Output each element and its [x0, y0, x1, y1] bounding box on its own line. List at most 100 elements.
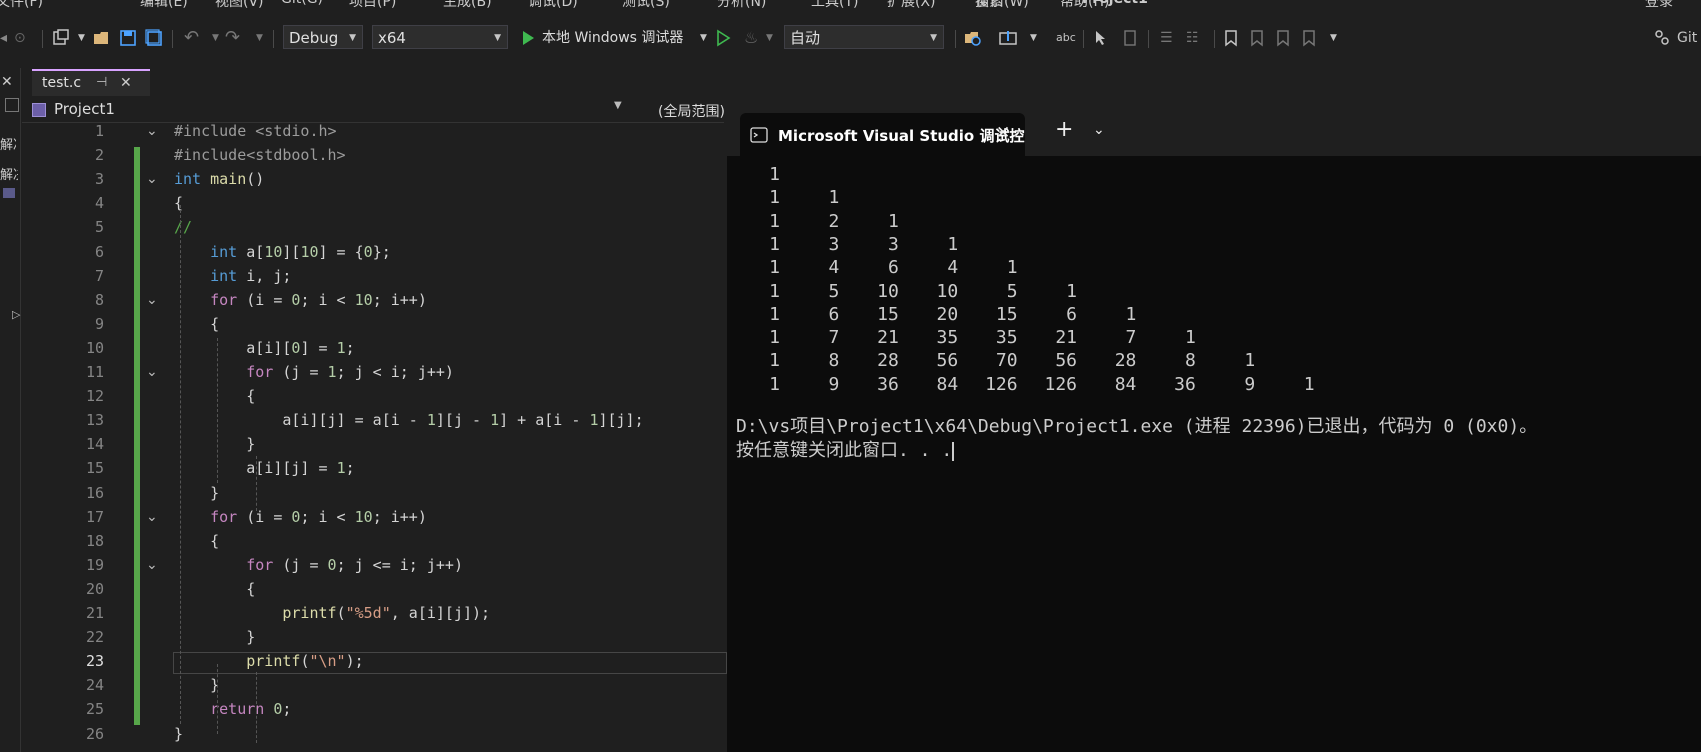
menu-item-3[interactable]: Git(G): [281, 0, 323, 7]
git-changes-button[interactable]: Git: [1677, 27, 1697, 49]
toolbar-overflow-icon[interactable]: ▼: [1330, 27, 1337, 49]
start-debug-icon[interactable]: [519, 29, 537, 47]
menu-item-6[interactable]: 调试(D): [528, 0, 578, 11]
bookmark-icon[interactable]: [1222, 29, 1240, 47]
format-icon[interactable]: [1121, 29, 1139, 47]
redo-dropdown-icon[interactable]: ▼: [256, 27, 263, 49]
new-tab-icon[interactable]: +: [1055, 117, 1073, 142]
code-line[interactable]: a[i][j] = a[i - 1][j - 1] + a[i - 1][j];: [174, 411, 643, 429]
code-line[interactable]: #include<stdbool.h>: [174, 146, 346, 164]
tab-close-icon[interactable]: ✕: [120, 71, 132, 95]
hot-reload-icon[interactable]: ♨: [744, 27, 758, 49]
code-line[interactable]: {: [174, 387, 255, 405]
next-bookmark-icon[interactable]: [1274, 29, 1292, 47]
prev-bookmark-icon[interactable]: [1248, 29, 1266, 47]
solution-explorer-tab[interactable]: 解决: [0, 134, 16, 153]
find-in-files-icon[interactable]: [964, 29, 982, 47]
fold-toggle-icon[interactable]: ⌄: [146, 557, 158, 573]
project-dropdown[interactable]: Project1: [54, 100, 115, 118]
platform-dropdown[interactable]: x64 ▼: [372, 25, 508, 49]
fold-toggle-icon[interactable]: ⌄: [146, 171, 158, 187]
code-line[interactable]: printf("%5d", a[i][j]);: [174, 604, 490, 622]
output-value: 3: [887, 233, 899, 255]
uncomment-icon[interactable]: ☷: [1186, 27, 1199, 49]
search-button[interactable]: 搜索: [975, 0, 1003, 11]
output-value: 7: [1125, 327, 1137, 349]
code-line[interactable]: }: [174, 435, 255, 453]
pin-icon[interactable]: ⊣: [96, 71, 107, 95]
menu-item-9[interactable]: 工具(T): [811, 0, 858, 11]
login-button[interactable]: 登录: [1645, 0, 1673, 11]
menu-item-10[interactable]: 扩展(X): [887, 0, 936, 11]
new-project-icon[interactable]: [52, 29, 70, 47]
start-debug-button[interactable]: 本地 Windows 调试器: [542, 27, 683, 49]
menu-item-0[interactable]: 文件(F): [0, 0, 43, 11]
expand-arrow-icon[interactable]: ▷: [12, 308, 20, 321]
save-all-icon[interactable]: [145, 29, 163, 47]
publish-icon[interactable]: [999, 29, 1017, 47]
configuration-value: Debug: [289, 29, 339, 47]
code-line[interactable]: {: [174, 194, 183, 212]
code-line[interactable]: }: [174, 725, 183, 743]
configuration-dropdown[interactable]: Debug ▼: [283, 25, 363, 49]
fold-toggle-icon[interactable]: ⌄: [146, 123, 158, 139]
scope-dropdown[interactable]: (全局范围): [658, 101, 725, 121]
output-value: 15: [995, 303, 1018, 325]
fold-toggle-icon[interactable]: ⌄: [146, 364, 158, 380]
code-line[interactable]: for (j = 0; j <= i; j++): [174, 556, 463, 574]
back-icon[interactable]: ◂: [0, 27, 7, 49]
git-icon[interactable]: [1653, 29, 1671, 47]
terminal-icon: [750, 127, 768, 143]
code-line[interactable]: #include <stdio.h>: [174, 122, 337, 140]
code-line[interactable]: int i, j;: [174, 267, 291, 285]
undo-icon[interactable]: ↶: [184, 27, 199, 49]
fold-toggle-icon[interactable]: ⌄: [146, 509, 158, 525]
publish-dropdown-icon[interactable]: ▼: [1030, 27, 1037, 49]
comment-icon[interactable]: ☰: [1160, 27, 1173, 49]
code-line[interactable]: {: [174, 580, 255, 598]
output-value: 21: [1055, 327, 1077, 349]
console-tab[interactable]: Microsoft Visual Studio 调试控 ✕: [740, 113, 1025, 156]
code-line[interactable]: printf("\n");: [174, 652, 363, 670]
clear-bookmarks-icon[interactable]: [1300, 29, 1318, 47]
menu-item-1[interactable]: 编辑(E): [140, 0, 188, 11]
code-line[interactable]: int main(): [174, 170, 264, 188]
auto-dropdown[interactable]: 自动 ▼: [784, 25, 944, 49]
tab-dropdown-icon[interactable]: ⌄: [1093, 122, 1105, 138]
code-line[interactable]: for (j = 1; j < i; j++): [174, 363, 454, 381]
project-dropdown-caret-icon[interactable]: ▼: [614, 100, 622, 111]
menu-item-7[interactable]: 测试(S): [622, 0, 670, 11]
undo-dropdown-icon[interactable]: ▼: [212, 27, 219, 49]
code-editor[interactable]: #include <stdio.h> #include<stdbool.h> int…: [22, 122, 727, 752]
menu-item-4[interactable]: 项目(P): [349, 0, 396, 11]
pointer-icon[interactable]: [1093, 29, 1111, 47]
solution-explorer-label[interactable]: 解决: [0, 164, 18, 183]
fold-toggle-icon[interactable]: ⌄: [146, 292, 158, 308]
code-line[interactable]: a[i][j] = 1;: [174, 459, 354, 477]
menu-item-8[interactable]: 分析(N): [717, 0, 766, 11]
new-dropdown-icon[interactable]: ▼: [78, 27, 85, 49]
code-line[interactable]: return 0;: [174, 700, 291, 718]
code-line[interactable]: int a[10][10] = {0};: [174, 243, 391, 261]
debug-target-dropdown-icon[interactable]: ▼: [700, 27, 707, 49]
forward-icon[interactable]: ⊙: [14, 27, 26, 49]
debug-console-window[interactable]: Microsoft Visual Studio 调试控 ✕ + ⌄ 111121…: [727, 108, 1701, 752]
hot-reload-dropdown-icon[interactable]: ▼: [766, 27, 773, 49]
project-icon[interactable]: [3, 188, 15, 198]
spell-check-icon[interactable]: abc: [1056, 27, 1076, 49]
code-line[interactable]: //: [174, 218, 192, 236]
menu-item-2[interactable]: 视图(V): [215, 0, 264, 11]
panel-icon[interactable]: [5, 98, 19, 112]
save-icon[interactable]: [119, 29, 137, 47]
menu-item-5[interactable]: 生成(B): [443, 0, 492, 11]
start-without-debug-icon[interactable]: [714, 29, 732, 47]
redo-icon[interactable]: ↷: [225, 27, 240, 49]
tab-test-c[interactable]: test.c ⊣ ✕: [32, 69, 150, 96]
code-line[interactable]: a[i][0] = 1;: [174, 339, 354, 357]
open-folder-icon[interactable]: [93, 29, 111, 47]
code-line[interactable]: for (i = 0; i < 10; i++): [174, 508, 427, 526]
code-line[interactable]: for (i = 0; i < 10; i++): [174, 291, 427, 309]
close-icon[interactable]: ✕: [1, 74, 13, 90]
console-close-icon[interactable]: ✕: [996, 123, 1010, 143]
code-line[interactable]: }: [174, 628, 255, 646]
